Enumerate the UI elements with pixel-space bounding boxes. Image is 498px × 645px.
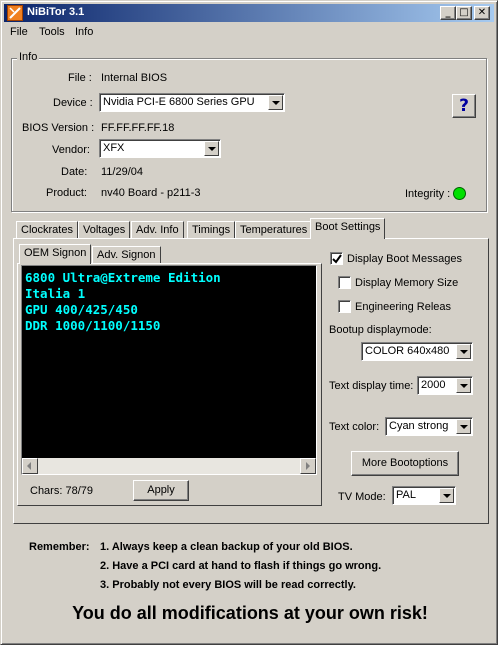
text-display-time-label: Text display time:: [329, 380, 414, 392]
minimize-icon: _: [445, 7, 451, 18]
maximize-button[interactable]: □: [456, 6, 472, 20]
vendor-select[interactable]: XFX: [99, 139, 221, 158]
engineering-release-label: Engineering Release: [355, 301, 451, 313]
oem-line-1: 6800 Ultra@Extreme Edition: [25, 270, 221, 285]
tab-temperatures[interactable]: Temperatures: [235, 221, 313, 239]
date-value: 11/29/04: [101, 166, 144, 178]
display-memory-size-checkbox[interactable]: [338, 276, 351, 289]
oem-line-2: Italia 1: [25, 286, 86, 301]
text-color-value: Cyan strong: [389, 420, 449, 432]
file-value: Internal BIOS: [101, 72, 168, 84]
text-color-select[interactable]: Cyan strong: [385, 417, 473, 436]
menu-info[interactable]: Info: [75, 26, 93, 38]
display-boot-messages-checkbox[interactable]: [330, 252, 343, 265]
display-memory-size-label: Display Memory Size: [355, 277, 459, 289]
risk-warning: You do all modifications at your own ris…: [72, 603, 428, 623]
info-group-label: Info: [17, 51, 40, 63]
bootup-displaymode-label: Bootup displaymode:: [329, 324, 432, 336]
file-label: File :: [68, 72, 92, 84]
device-select[interactable]: Nvidia PCI-E 6800 Series GPU: [99, 93, 285, 112]
more-bootoptions-button[interactable]: More Bootoptions: [351, 451, 459, 476]
chevron-down-icon[interactable]: [268, 95, 283, 110]
tab-clockrates[interactable]: Clockrates: [16, 221, 78, 239]
tv-mode-label: TV Mode:: [338, 491, 386, 503]
scroll-left-icon[interactable]: [22, 458, 38, 474]
oem-line-4: DDR 1000/1100/1150: [25, 318, 161, 333]
window-title: NiBiTor 3.1: [27, 6, 85, 18]
title-bar[interactable]: NiBiTor 3.1 _ □ ✕: [4, 4, 494, 22]
tab-boot-settings[interactable]: Boot Settings: [310, 218, 386, 239]
maximize-icon: □: [459, 7, 469, 18]
chevron-down-icon[interactable]: [204, 141, 219, 156]
bios-version-value: FF.FF.FF.FF.18: [101, 122, 175, 134]
chevron-down-icon[interactable]: [456, 378, 471, 393]
chevron-down-icon[interactable]: [439, 488, 454, 503]
question-icon: ?: [459, 96, 469, 116]
apply-button[interactable]: Apply: [133, 480, 189, 501]
chevron-down-icon[interactable]: [456, 419, 471, 434]
bios-version-label: BIOS Version :: [22, 122, 95, 134]
horizontal-scrollbar[interactable]: [22, 458, 316, 474]
remember-label: Remember:: [29, 541, 90, 553]
tab-adv-info[interactable]: Adv. Info: [131, 221, 184, 239]
tab-oem-signon[interactable]: OEM Signon: [19, 244, 92, 264]
vendor-select-value: XFX: [103, 142, 125, 154]
device-select-value: Nvidia PCI-E 6800 Series GPU: [103, 96, 255, 108]
text-display-time-select[interactable]: 2000: [417, 376, 473, 395]
help-button[interactable]: ?: [452, 94, 476, 118]
integrity-status-icon: [453, 187, 466, 200]
main-window: NiBiTor 3.1 _ □ ✕ File Tools Info Info F…: [0, 0, 498, 645]
tab-timings[interactable]: Timings: [187, 221, 236, 239]
minimize-button[interactable]: _: [440, 6, 456, 20]
tv-mode-value: PAL: [396, 489, 416, 501]
bootup-displaymode-select[interactable]: COLOR 640x480: [361, 342, 473, 361]
close-button[interactable]: ✕: [474, 6, 490, 20]
product-value: nv40 Board - p211-3: [101, 187, 201, 199]
remember-item-3: 3. Probably not every BIOS will be read …: [100, 579, 356, 591]
chevron-down-icon[interactable]: [456, 344, 471, 359]
text-display-time-value: 2000: [421, 379, 446, 391]
app-icon[interactable]: [7, 5, 23, 21]
oem-signon-text[interactable]: 6800 Ultra@Extreme Edition Italia 1 GPU …: [21, 265, 317, 475]
oem-line-3: GPU 400/425/450: [25, 302, 138, 317]
tab-adv-signon[interactable]: Adv. Signon: [92, 246, 161, 264]
tv-mode-select[interactable]: PAL: [392, 486, 456, 505]
text-color-label: Text color:: [329, 421, 380, 433]
vendor-label: Vendor:: [52, 144, 90, 156]
integrity-label: Integrity :: [405, 188, 451, 200]
remember-item-1: 1. Always keep a clean backup of your ol…: [100, 541, 353, 553]
display-boot-messages-label: Display Boot Messages: [347, 253, 462, 265]
chars-count: Chars: 78/79: [30, 485, 93, 497]
close-icon: ✕: [477, 7, 487, 18]
product-label: Product:: [46, 187, 87, 199]
menu-tools[interactable]: Tools: [39, 26, 65, 38]
device-label: Device :: [53, 97, 93, 109]
checkmark-icon: [332, 254, 342, 264]
menu-bar: File Tools Info: [4, 23, 494, 42]
tab-voltages[interactable]: Voltages: [78, 221, 131, 239]
remember-item-2: 2. Have a PCI card at hand to flash if t…: [100, 560, 382, 572]
scroll-right-icon[interactable]: [300, 458, 316, 474]
menu-file[interactable]: File: [10, 26, 28, 38]
bootup-displaymode-value: COLOR 640x480: [365, 345, 450, 357]
engineering-release-checkbox[interactable]: [338, 300, 351, 313]
date-label: Date:: [61, 166, 88, 178]
